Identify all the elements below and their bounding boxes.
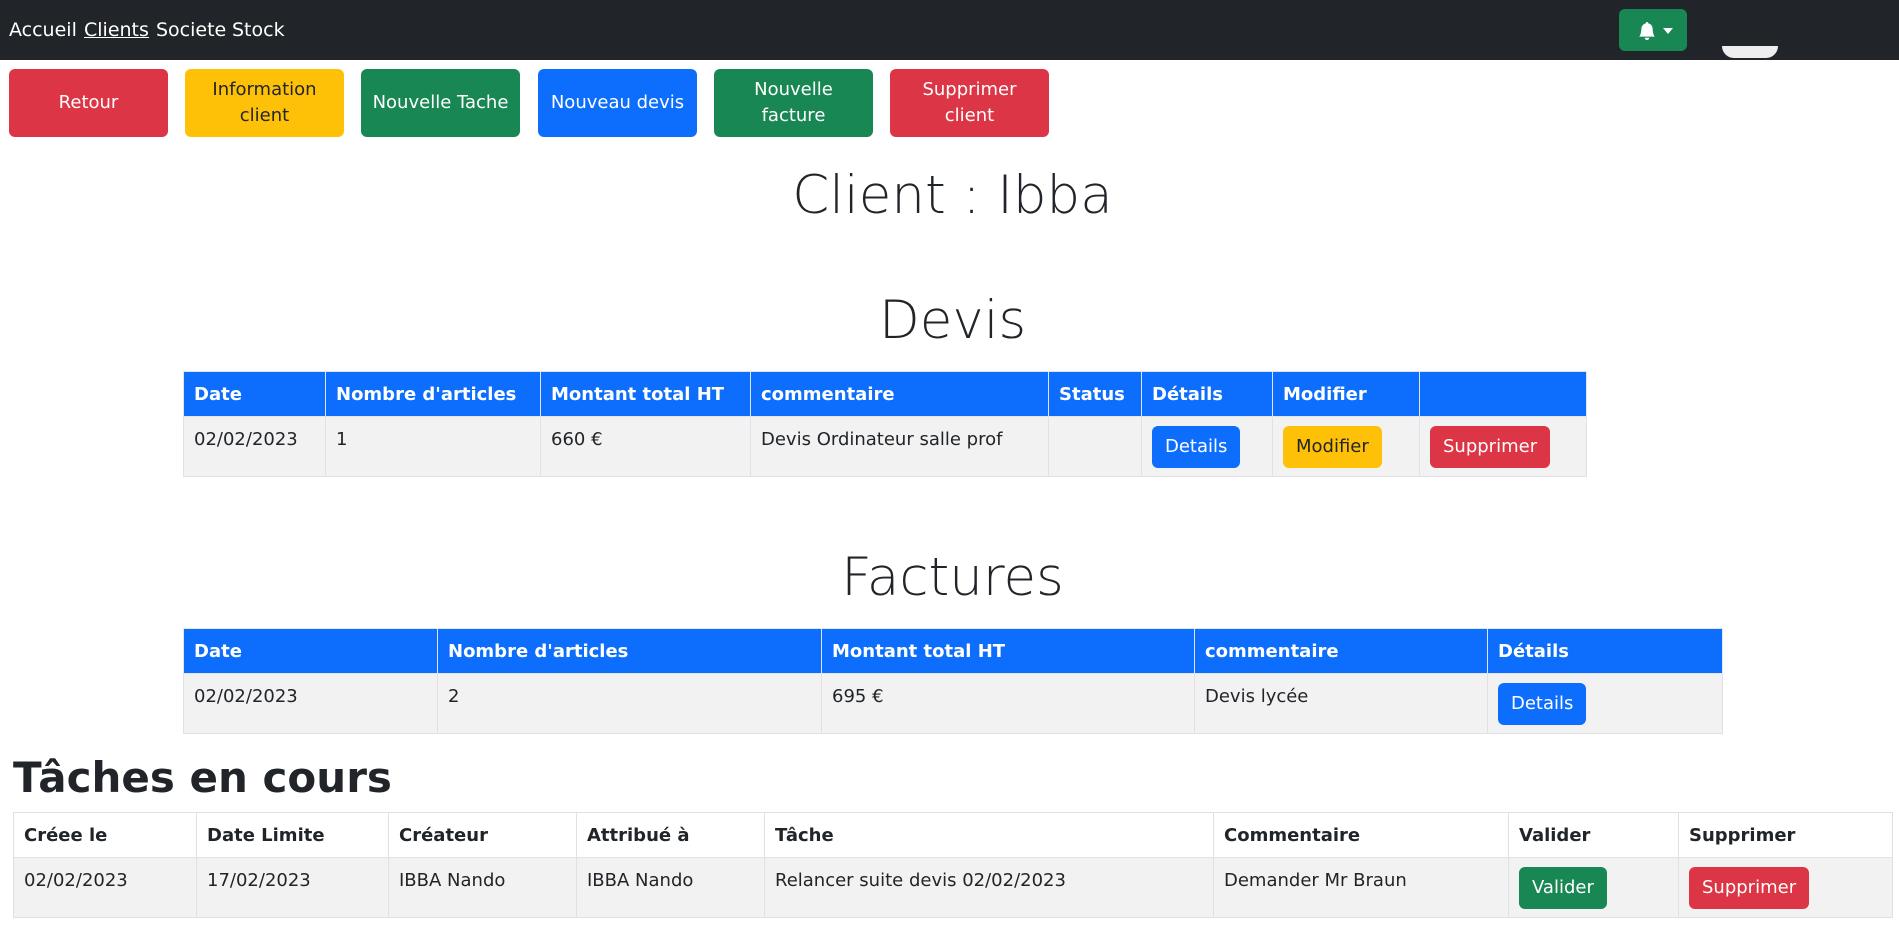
cell-attribue: IBBA Nando — [576, 857, 765, 918]
avatar — [1722, 46, 1778, 58]
taches-section-title: Tâches en cours — [13, 753, 392, 802]
table-header-row: Créee le Date Limite Créateur Attribué à… — [13, 812, 1893, 858]
chevron-down-icon — [1663, 28, 1673, 34]
column-header: commentaire — [1194, 628, 1488, 674]
nav-accueil[interactable]: Accueil — [9, 19, 77, 41]
notifications-dropdown-button[interactable] — [1619, 9, 1687, 51]
cell-supprimer: Supprimer — [1419, 416, 1587, 477]
cell-commentaire: Devis lycée — [1194, 673, 1488, 734]
column-header: Date — [183, 628, 438, 674]
table-row: 02/02/2023 2 695 € Devis lycée Details — [183, 673, 1723, 734]
column-header: Tâche — [764, 812, 1214, 858]
cell-details: Details — [1487, 673, 1723, 734]
nouvelle-facture-button[interactable]: Nouvelle facture — [714, 69, 873, 137]
supprimer-tache-button[interactable]: Supprimer — [1689, 867, 1810, 909]
nouvelle-tache-button[interactable]: Nouvelle Tache — [361, 69, 520, 137]
devis-table: Date Nombre d'articles Montant total HT … — [183, 371, 1587, 477]
modifier-button[interactable]: Modifier — [1283, 426, 1382, 468]
cell-status — [1048, 416, 1142, 477]
details-button[interactable]: Details — [1152, 426, 1241, 468]
column-header: Nombre d'articles — [325, 371, 541, 417]
cell-date-limite: 17/02/2023 — [196, 857, 389, 918]
supprimer-devis-button[interactable]: Supprimer — [1430, 426, 1551, 468]
column-header: Détails — [1141, 371, 1273, 417]
cell-cree-le: 02/02/2023 — [13, 857, 197, 918]
information-client-button[interactable]: Information client — [185, 69, 344, 137]
cell-supprimer: Supprimer — [1678, 857, 1893, 918]
cell-nb-articles: 2 — [437, 673, 822, 734]
valider-button[interactable]: Valider — [1519, 867, 1607, 909]
column-header: Créateur — [388, 812, 577, 858]
cell-montant: 660 € — [540, 416, 751, 477]
cell-modifier: Modifier — [1272, 416, 1420, 477]
column-header: Montant total HT — [821, 628, 1195, 674]
table-header-row: Date Nombre d'articles Montant total HT … — [183, 371, 1587, 417]
supprimer-client-button[interactable]: Supprimer client — [890, 69, 1049, 137]
column-header: Valider — [1508, 812, 1679, 858]
column-header: Créee le — [13, 812, 197, 858]
column-header: Montant total HT — [540, 371, 751, 417]
cell-montant: 695 € — [821, 673, 1195, 734]
nouveau-devis-button[interactable]: Nouveau devis — [538, 69, 697, 137]
cell-date: 02/02/2023 — [183, 416, 326, 477]
retour-button[interactable]: Retour — [9, 69, 168, 137]
taches-table: Créee le Date Limite Créateur Attribué à… — [13, 812, 1893, 918]
cell-commentaire: Devis Ordinateur salle prof — [750, 416, 1049, 477]
column-header: commentaire — [750, 371, 1049, 417]
table-row: 02/02/2023 17/02/2023 IBBA Nando IBBA Na… — [13, 857, 1893, 918]
factures-table: Date Nombre d'articles Montant total HT … — [183, 628, 1723, 734]
bell-icon — [1639, 22, 1655, 40]
column-header: Commentaire — [1213, 812, 1509, 858]
cell-tache: Relancer suite devis 02/02/2023 — [764, 857, 1214, 918]
details-button[interactable]: Details — [1498, 683, 1587, 725]
column-header: Date Limite — [196, 812, 389, 858]
cell-valider: Valider — [1508, 857, 1679, 918]
column-header: Status — [1048, 371, 1142, 417]
cell-details: Details — [1141, 416, 1273, 477]
devis-section-title: Devis — [878, 290, 1027, 351]
column-header: Modifier — [1272, 371, 1420, 417]
column-header: Nombre d'articles — [437, 628, 822, 674]
column-header: Détails — [1487, 628, 1723, 674]
column-header: Attribué à — [576, 812, 765, 858]
top-navbar: Accueil Clients Societe Stock — [0, 0, 1899, 60]
table-row: 02/02/2023 1 660 € Devis Ordinateur sall… — [183, 416, 1587, 477]
cell-createur: IBBA Nando — [388, 857, 577, 918]
column-header: Supprimer — [1678, 812, 1893, 858]
page-title: Client : Ibba — [792, 165, 1113, 226]
cell-nb-articles: 1 — [325, 416, 541, 477]
cell-commentaire: Demander Mr Braun — [1213, 857, 1509, 918]
cell-date: 02/02/2023 — [183, 673, 438, 734]
table-header-row: Date Nombre d'articles Montant total HT … — [183, 628, 1723, 674]
column-header: Date — [183, 371, 326, 417]
nav-stock[interactable]: Stock — [232, 19, 285, 41]
column-header — [1419, 371, 1587, 417]
factures-section-title: Factures — [841, 547, 1064, 608]
nav-clients[interactable]: Clients — [84, 19, 149, 41]
nav-societe[interactable]: Societe — [156, 19, 226, 41]
